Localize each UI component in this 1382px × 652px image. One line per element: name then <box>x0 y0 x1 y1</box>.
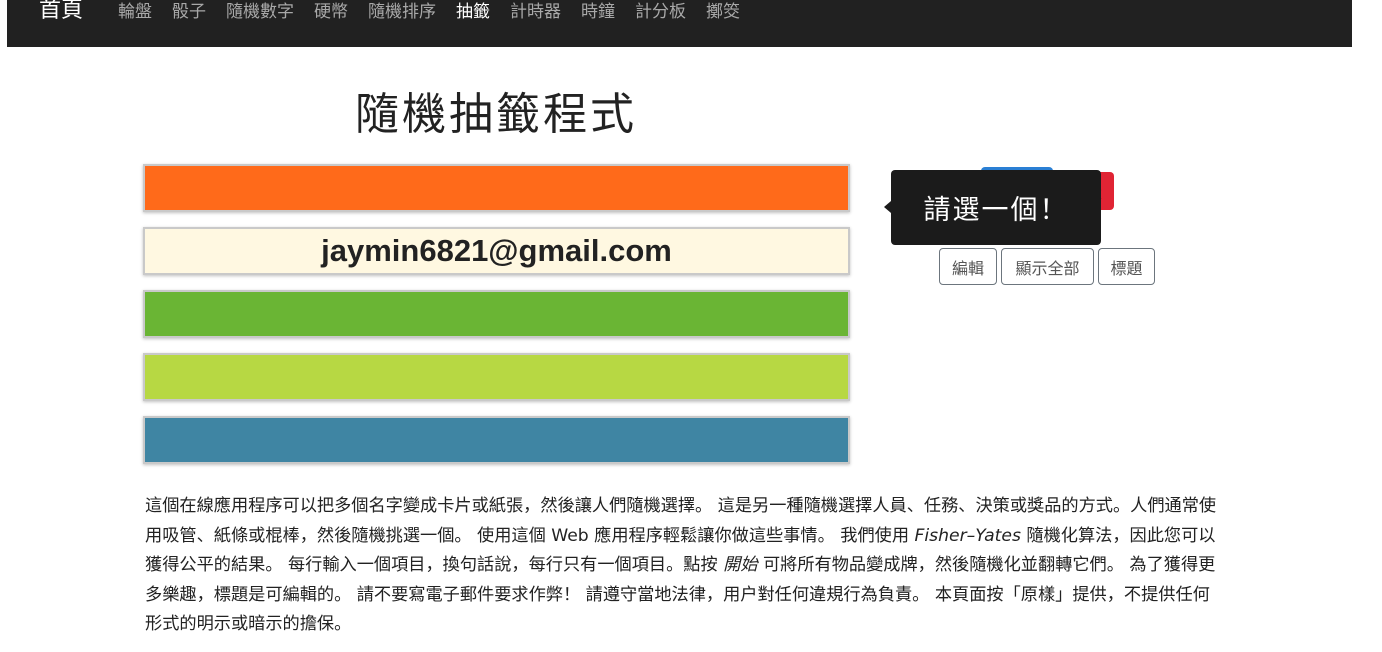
nav-links: 輪盤 骰子 隨機數字 硬幣 隨機排序 抽籤 計時器 時鐘 計分板 擲筊 <box>118 0 760 24</box>
algorithm-name: Fisher–Yates <box>914 525 1021 546</box>
card-5[interactable] <box>143 416 850 464</box>
nav-link-3[interactable]: 硬幣 <box>314 0 348 24</box>
start-keyword: 開始 <box>723 555 758 575</box>
nav-link-9[interactable]: 擲筊 <box>706 0 740 24</box>
nav-link-2[interactable]: 隨機數字 <box>226 0 294 24</box>
card-2[interactable]: jaymin6821@gmail.com <box>143 227 850 275</box>
edit-button[interactable]: 編輯 <box>939 248 997 285</box>
card-4[interactable] <box>143 353 850 401</box>
nav-link-4[interactable]: 隨機排序 <box>368 0 436 24</box>
page-title[interactable]: 隨機抽籤程式 <box>0 78 992 142</box>
nav-link-6[interactable]: 計時器 <box>510 0 561 24</box>
description-paragraph: 這個在線應用程序可以把多個名字變成卡片或紙張，然後讓人們隨機選擇。 這是另一種隨… <box>145 492 1225 640</box>
card-text: jaymin6821@gmail.com <box>321 233 672 268</box>
card-3[interactable] <box>143 290 850 338</box>
pick-one-tooltip: 請選一個！ <box>891 170 1101 245</box>
tooltip-arrow <box>884 201 891 213</box>
nav-link-0[interactable]: 輪盤 <box>118 0 152 24</box>
title-button[interactable]: 標題 <box>1098 248 1155 285</box>
card-1[interactable] <box>143 164 850 212</box>
nav-link-5[interactable]: 抽籤 <box>456 0 490 24</box>
nav-link-8[interactable]: 計分板 <box>635 0 686 24</box>
show-all-button[interactable]: 顯示全部 <box>1001 248 1094 285</box>
top-navbar: 首頁 輪盤 骰子 隨機數字 硬幣 隨機排序 抽籤 計時器 時鐘 計分板 擲筊 <box>7 0 1352 47</box>
nav-brand-home[interactable]: 首頁 <box>39 0 83 26</box>
nav-link-1[interactable]: 骰子 <box>172 0 206 24</box>
nav-link-7[interactable]: 時鐘 <box>581 0 615 24</box>
